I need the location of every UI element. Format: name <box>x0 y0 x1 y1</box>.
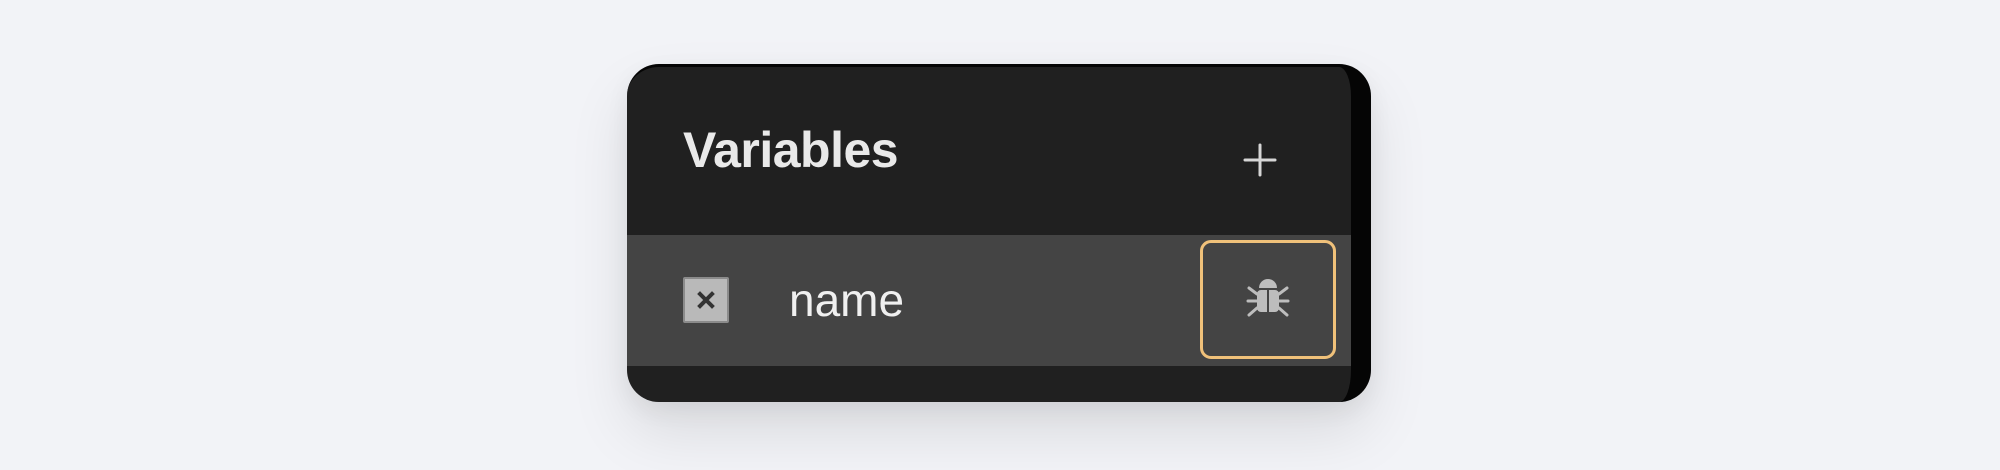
add-variable-button[interactable] <box>1225 127 1295 197</box>
variable-row[interactable]: name <box>627 235 1351 366</box>
panel-header: Variables <box>627 67 1351 235</box>
variable-name-label: name <box>789 274 905 326</box>
debug-variable-button[interactable] <box>1200 240 1336 359</box>
bug-icon <box>1241 270 1295 329</box>
panel-title: Variables <box>683 122 899 178</box>
plus-icon <box>1241 141 1279 184</box>
variables-panel: Variables name <box>627 64 1371 402</box>
close-box-icon <box>683 277 729 323</box>
